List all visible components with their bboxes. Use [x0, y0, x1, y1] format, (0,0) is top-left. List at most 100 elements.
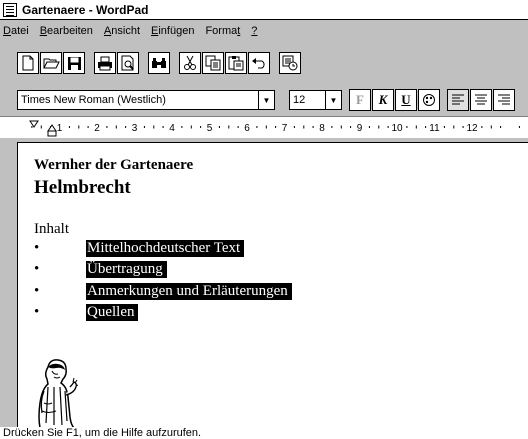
left-indent-marker-icon[interactable] — [47, 130, 57, 137]
ruler-tick — [87, 126, 89, 128]
ruler-tick — [481, 126, 483, 128]
ruler-tick — [218, 126, 220, 128]
ruler-tick — [265, 125, 267, 129]
ruler-tick — [275, 126, 277, 128]
ruler-number: 1 — [57, 123, 63, 134]
bullet: • — [34, 304, 40, 320]
ruler-tick — [331, 126, 333, 128]
ruler-tick — [181, 126, 183, 128]
ruler-tick — [406, 126, 408, 128]
align-right-icon[interactable] — [493, 89, 515, 111]
font-name-combo[interactable]: Times New Roman (Westlich) ▼ — [17, 90, 275, 110]
menu-bearbeiten[interactable]: Bearbeiten — [40, 25, 93, 37]
ruler-tick — [387, 126, 389, 128]
ruler-tick — [237, 126, 239, 128]
status-text: Drücken Sie F1, um die Hilfe aufzurufen. — [3, 427, 202, 439]
find-icon[interactable] — [148, 52, 170, 74]
italic-button[interactable]: K — [372, 89, 394, 111]
color-palette-icon[interactable] — [418, 89, 440, 111]
toc-link[interactable]: Quellen — [86, 304, 139, 321]
hanging-indent-marker-icon[interactable] — [47, 124, 57, 132]
ruler-number: 3 — [132, 123, 138, 134]
font-dropdown-arrow-icon[interactable]: ▼ — [258, 91, 274, 109]
ruler-tick — [190, 125, 192, 129]
ruler-tick — [303, 125, 305, 129]
ruler-tick — [78, 125, 80, 129]
align-center-icon[interactable] — [470, 89, 492, 111]
ruler-tick — [500, 126, 502, 128]
new-icon[interactable] — [17, 52, 39, 74]
ruler-tick — [143, 126, 145, 128]
bold-button[interactable]: F — [349, 89, 371, 111]
ruler-tick — [115, 125, 117, 129]
ruler-tick — [518, 126, 520, 128]
standard-toolbar — [0, 50, 528, 76]
menu-einfuegen[interactable]: Einfügen — [151, 25, 194, 37]
menu-help[interactable]: ? — [251, 25, 257, 37]
ruler-tick — [443, 126, 445, 128]
ruler-tick — [425, 126, 427, 128]
ruler-tick — [350, 126, 352, 128]
paste-icon[interactable] — [225, 52, 247, 74]
underline-button[interactable]: U — [395, 89, 417, 111]
size-dropdown-arrow-icon[interactable]: ▼ — [325, 91, 341, 109]
document-title: Helmbrecht — [34, 177, 131, 198]
menu-format[interactable]: Format — [205, 25, 240, 37]
ruler-number: 11 — [429, 123, 440, 134]
woodcut-figure-image — [38, 359, 78, 429]
undo-icon[interactable] — [248, 52, 270, 74]
ruler-tick — [31, 126, 33, 128]
toc-link[interactable]: Übertragung — [86, 261, 167, 278]
ruler-tick — [293, 126, 295, 128]
ruler-number: 4 — [169, 123, 175, 134]
menu-ansicht[interactable]: Ansicht — [104, 25, 140, 37]
ruler-tick — [256, 126, 258, 128]
format-toolbar: Times New Roman (Westlich) ▼ 12 ▼ F K U — [0, 88, 528, 112]
font-size-value: 12 — [293, 94, 306, 106]
cut-icon[interactable] — [179, 52, 201, 74]
ruler-tick — [106, 126, 108, 128]
bullet: • — [34, 240, 40, 256]
ruler-tick — [340, 125, 342, 129]
ruler-tick — [153, 125, 155, 129]
ruler-tick — [200, 126, 202, 128]
align-left-icon[interactable] — [447, 89, 469, 111]
datetime-icon[interactable] — [279, 52, 301, 74]
ruler-number: 10 — [391, 123, 403, 134]
print-icon[interactable] — [94, 52, 116, 74]
font-size-combo[interactable]: 12 ▼ — [289, 90, 342, 110]
ruler-tick — [162, 126, 164, 128]
save-icon[interactable] — [63, 52, 85, 74]
window-title: Gartenaere - WordPad — [22, 2, 149, 17]
ruler-tick — [312, 126, 314, 128]
print-preview-icon[interactable] — [117, 52, 139, 74]
open-icon[interactable] — [40, 52, 62, 74]
ruler-tick — [125, 126, 127, 128]
ruler-tick — [228, 125, 230, 129]
document-author: Wernher der Gartenaere — [34, 157, 194, 173]
ruler-tick — [453, 125, 455, 129]
ruler-number: 8 — [319, 123, 325, 134]
toc-link[interactable]: Mittelhochdeutscher Text — [86, 240, 245, 257]
bullet: • — [34, 261, 40, 277]
ruler-tick — [490, 125, 492, 129]
first-line-indent-marker-icon[interactable] — [29, 120, 39, 128]
menu-datei[interactable]: Datei — [3, 25, 29, 37]
ruler-tick — [40, 125, 42, 129]
ruler-tick — [368, 126, 370, 128]
status-bar: Drücken Sie F1, um die Hilfe aufzurufen. — [0, 427, 528, 439]
document-area[interactable]: Wernher der Gartenaere Helmbrecht Inhalt… — [17, 142, 528, 429]
contents-heading: Inhalt — [34, 221, 69, 237]
wordpad-app-icon[interactable] — [3, 2, 17, 17]
ruler[interactable]: 1 2 3 4 5 6 7 8 9 10 11 12 — [0, 116, 528, 138]
title-bar[interactable]: Gartenaere - WordPad — [0, 0, 528, 20]
ruler-number: 12 — [466, 123, 478, 134]
toc-link[interactable]: Anmerkungen und Erläuterungen — [86, 283, 292, 300]
ruler-scale: 1 2 3 4 5 6 7 8 9 10 11 12 — [29, 120, 520, 137]
ruler-number: 9 — [357, 123, 363, 134]
ruler-number: 2 — [94, 123, 100, 134]
ruler-tick — [462, 126, 464, 128]
ruler-tick — [415, 125, 417, 129]
font-name-value: Times New Roman (Westlich) — [21, 94, 166, 106]
copy-icon[interactable] — [202, 52, 224, 74]
